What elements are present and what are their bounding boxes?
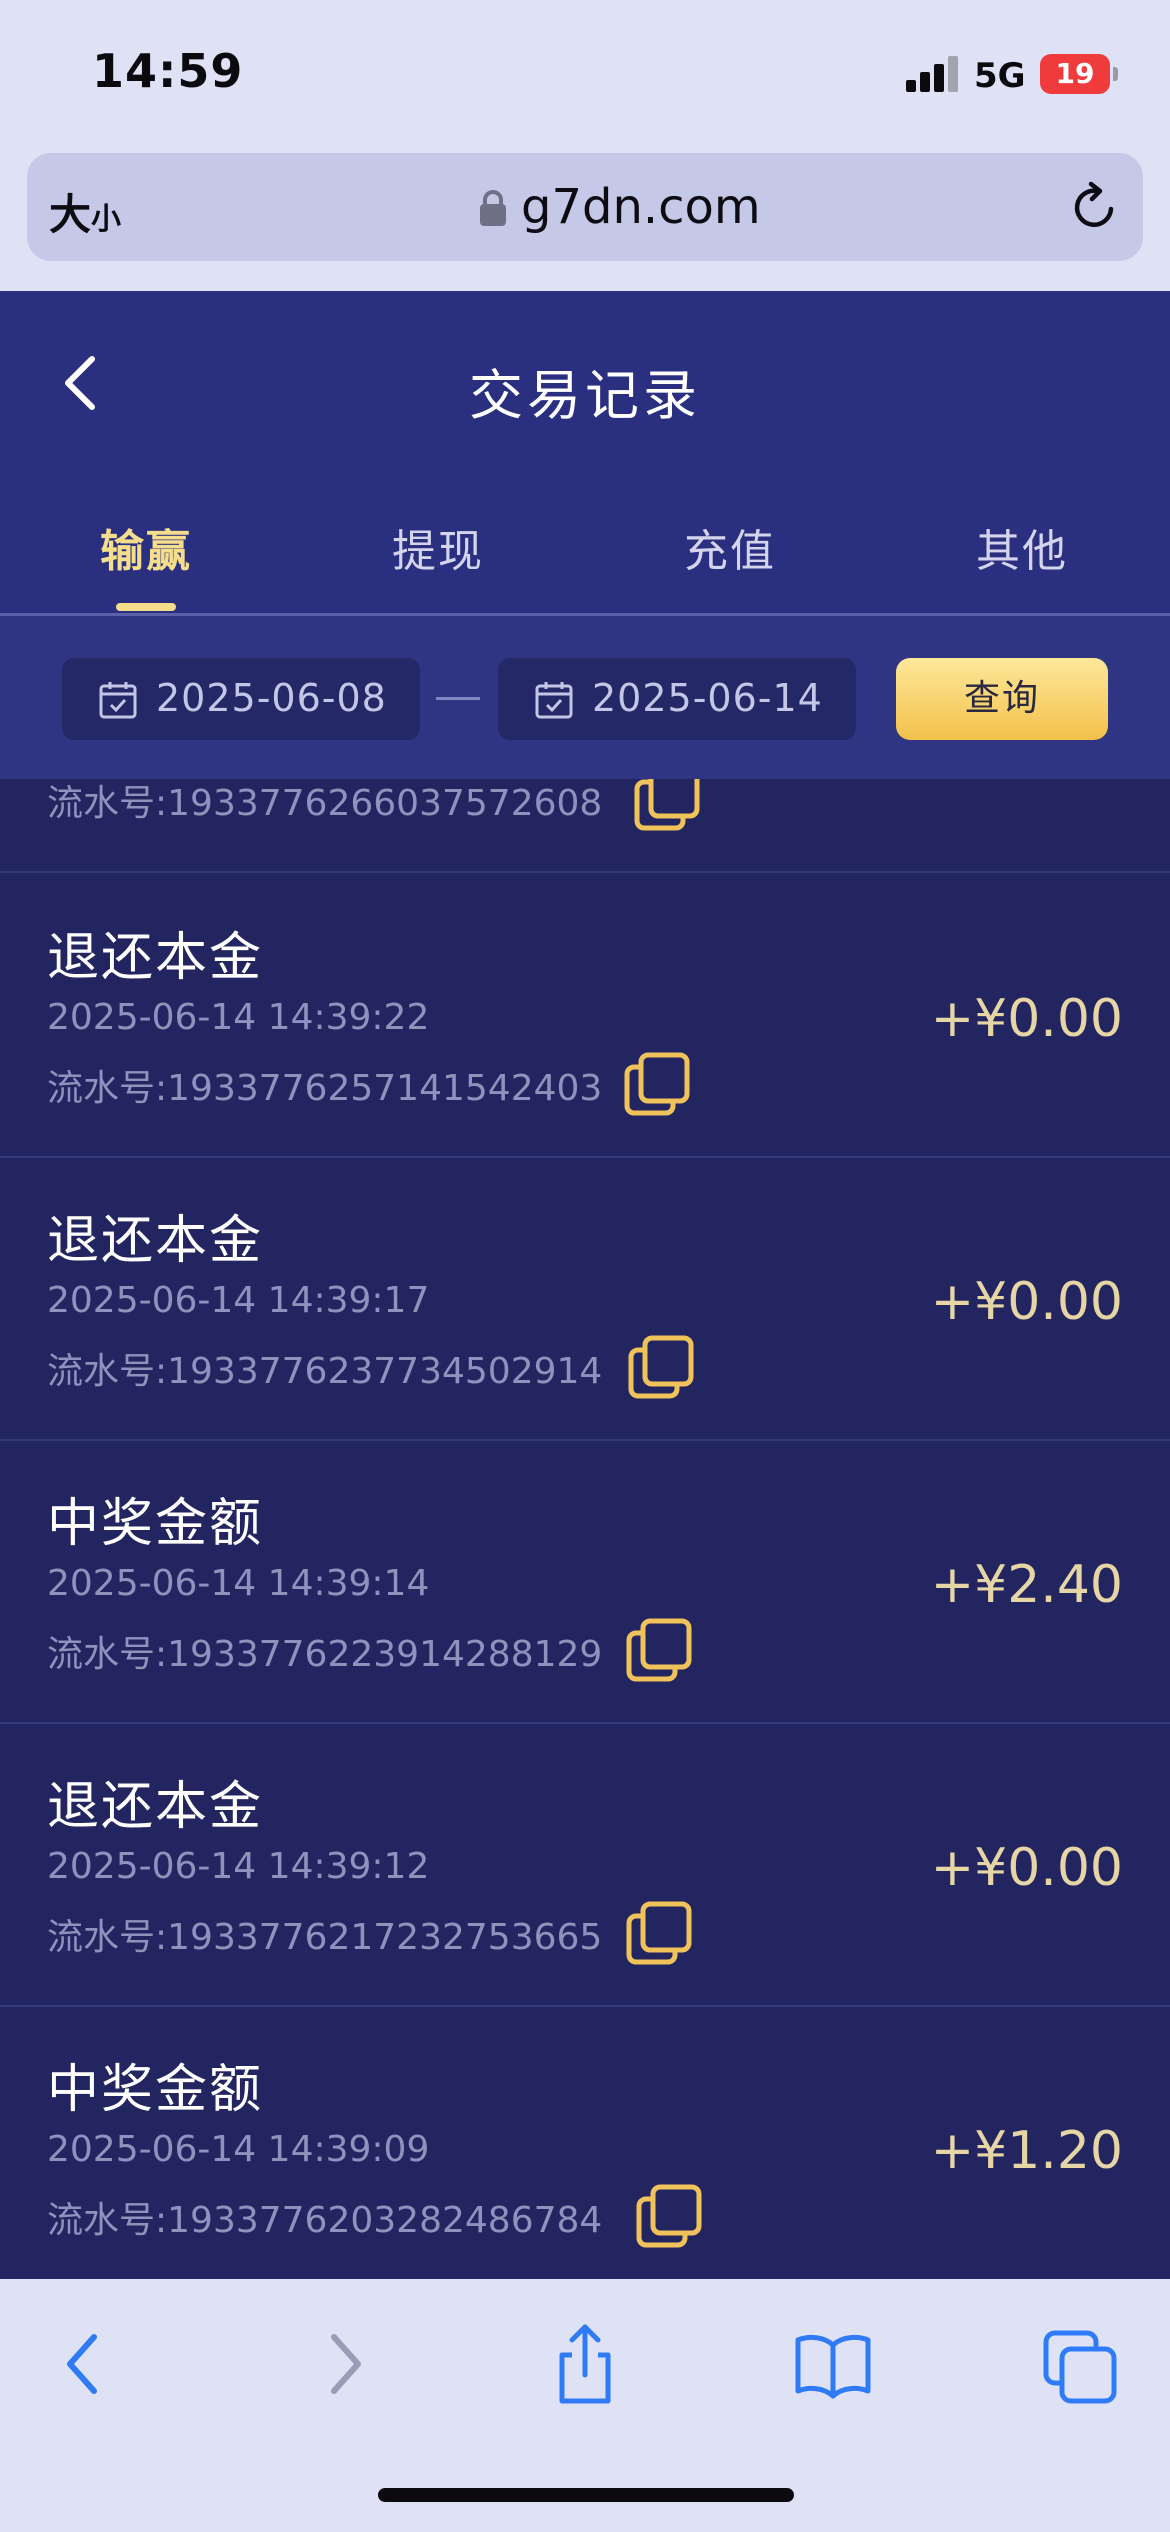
serial-number: 流水号:1933776203282486784 [47,2200,603,2241]
query-button[interactable]: 查询 [896,658,1108,740]
browser-back-icon[interactable] [42,2319,132,2409]
status-bar: 14:59 5G 19 [0,0,1170,150]
tab-other[interactable]: 其他 [876,515,1168,579]
transaction-type: 退还本金 [47,1211,264,1271]
battery-cap [1113,67,1118,81]
transaction-time: 2025-06-14 14:39:22 [47,997,430,1038]
transaction-row: 中奖金额 2025-06-14 14:39:14 流水号:19337762239… [0,1441,1170,1724]
calendar-icon [535,682,573,719]
browser-forward-icon[interactable] [296,2319,386,2409]
transaction-row: 退还本金 2025-06-14 14:39:12 流水号:19337762172… [0,1724,1170,2007]
copy-icon[interactable] [636,2184,702,2250]
transaction-row: 退还本金 2025-06-14 14:39:22 流水号:19337762571… [0,875,1170,1158]
copy-icon[interactable] [628,1335,694,1401]
serial-number: 流水号:1933776217232753665 [47,1917,603,1958]
transaction-time: 2025-06-14 14:39:09 [47,2129,430,2170]
tab-withdraw[interactable]: 提现 [292,515,584,579]
address-bar[interactable]: 大小 g7dn.com [27,153,1143,261]
tab-deposit[interactable]: 充值 [584,515,876,579]
date-separator [436,697,480,700]
screen: 14:59 5G 19 大小 g7dn.com 交易记录 输赢 提现 充值 其他… [0,0,1170,2532]
app-header: 交易记录 [0,291,1170,481]
copy-icon[interactable] [634,779,700,833]
transaction-row: 退还本金 2025-06-14 14:39:17 流水号:19337762377… [0,1158,1170,1441]
url-text: g7dn.com [521,179,761,235]
serial-number: 流水号:1933776237734502914 [47,1351,603,1392]
transaction-amount: +¥1.20 [930,2121,1123,2181]
calendar-icon [99,682,137,719]
transaction-type: 中奖金额 [47,1494,264,1554]
date-filter: 2025-06-08 2025-06-14 查询 [0,616,1170,779]
home-indicator [378,2488,794,2502]
tab-active-indicator [116,603,176,611]
transaction-list[interactable]: 流水号:1933776266037572608 退还本金 2025-06-14 … [0,779,1170,2279]
copy-icon[interactable] [626,1901,692,1967]
page-title: 交易记录 [469,364,701,427]
transaction-time: 2025-06-14 14:39:14 [47,1563,430,1604]
serial-number: 流水号:1933776257141542403 [47,1068,603,1109]
transaction-amount: +¥0.00 [930,1272,1123,1332]
transaction-type: 退还本金 [47,928,264,988]
battery-icon: 19 [1040,54,1110,94]
share-icon[interactable] [540,2319,630,2409]
transaction-amount: +¥0.00 [930,1838,1123,1898]
transaction-type: 中奖金额 [47,2060,264,2120]
end-date: 2025-06-14 [592,676,823,720]
transaction-type: 退还本金 [47,1777,264,1837]
transaction-amount: +¥2.40 [930,1555,1123,1615]
transaction-row: 中奖金额 2025-06-14 14:39:09 流水号:19337762032… [0,2007,1170,2279]
network-label: 5G [974,56,1026,96]
tab-win-loss[interactable]: 输赢 [0,515,292,579]
status-time: 14:59 [92,44,244,98]
transaction-amount: +¥0.00 [930,989,1123,1049]
bookmarks-icon[interactable] [788,2319,878,2409]
copy-icon[interactable] [624,1052,690,1118]
signal-icon [906,56,960,92]
start-date-picker[interactable]: 2025-06-08 [62,658,420,740]
end-date-picker[interactable]: 2025-06-14 [498,658,856,740]
reload-icon[interactable] [1067,180,1121,234]
tab-bar: 输赢 提现 充值 其他 [0,481,1170,614]
tabs-icon[interactable] [1036,2319,1126,2409]
battery-level: 19 [1055,57,1095,90]
serial-number: 流水号:1933776223914288129 [47,1634,603,1675]
copy-icon[interactable] [626,1618,692,1684]
serial-number: 流水号:1933776266037572608 [47,783,603,824]
transaction-row: 流水号:1933776266037572608 [0,779,1170,873]
start-date: 2025-06-08 [156,676,387,720]
transaction-time: 2025-06-14 14:39:12 [47,1846,430,1887]
transaction-time: 2025-06-14 14:39:17 [47,1280,430,1321]
